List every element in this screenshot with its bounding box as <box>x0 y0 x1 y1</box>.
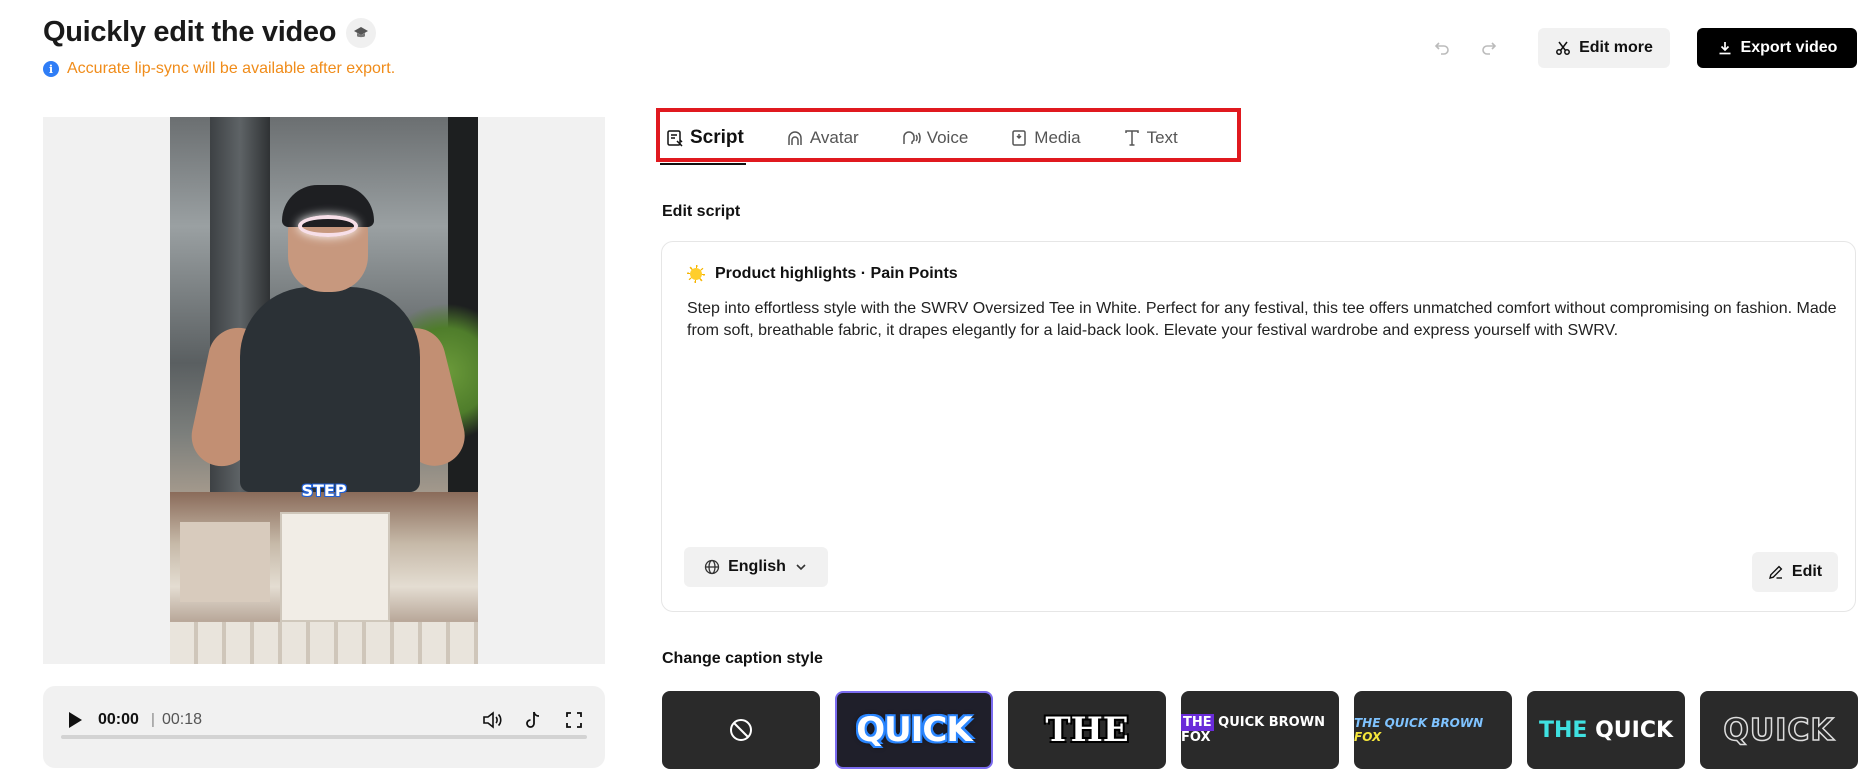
tiktok-icon[interactable] <box>521 708 545 732</box>
scissors-icon <box>1556 41 1571 55</box>
scene-rooftops <box>170 492 478 664</box>
download-icon <box>1719 42 1731 55</box>
style-preview: THE QUICK <box>1539 718 1673 743</box>
edit-more-button[interactable]: Edit more <box>1538 28 1670 68</box>
scene-railing <box>170 622 478 664</box>
caption-style-none[interactable] <box>662 691 820 769</box>
style-highlight-word: THE <box>1538 717 1588 743</box>
fullscreen-icon[interactable] <box>562 708 586 732</box>
page-title: Quickly edit the video <box>43 16 337 48</box>
tab-label: Voice <box>926 128 969 147</box>
scene-halo <box>298 215 358 237</box>
script-card-header: Product highlights · Pain Points <box>687 265 958 283</box>
style-preview-text: QUICK <box>856 710 972 750</box>
quick-edit-page: Quickly edit the video i Accurate lip-sy… <box>0 0 1875 772</box>
play-icon[interactable] <box>63 708 87 732</box>
style-highlight-word: FOX <box>1354 730 1382 744</box>
tab-media[interactable]: Media <box>1010 126 1081 150</box>
tutorial-cap-icon[interactable] <box>346 17 377 48</box>
script-card: Product highlights · Pain Points Step in… <box>661 241 1856 612</box>
video-caption-word: STEP <box>301 481 347 500</box>
tab-voice[interactable]: Voice <box>901 126 969 150</box>
no-caption-icon <box>730 719 752 741</box>
tab-label: Media <box>1034 128 1081 147</box>
chevron-down-icon <box>796 564 806 571</box>
tab-text[interactable]: Text <box>1123 126 1178 150</box>
tab-label: Avatar <box>809 128 859 147</box>
caption-style-fox-italic[interactable]: THE QUICK BROWN FOX <box>1354 691 1512 769</box>
caption-style-quick-outline[interactable]: QUICK <box>1700 691 1858 769</box>
media-icon <box>1012 130 1027 146</box>
style-preview-text: QUICK <box>1723 712 1835 749</box>
caption-style-label: Change caption style <box>662 650 823 667</box>
video-frame: STEP <box>170 117 478 664</box>
style-preview-text: THE <box>1045 710 1129 750</box>
title-row: Quickly edit the video <box>43 16 377 49</box>
export-label: Export video <box>1740 39 1838 56</box>
current-time: 00:00 <box>98 711 139 728</box>
caption-style-the-quick[interactable]: THE QUICK <box>1527 691 1685 769</box>
style-preview: THE QUICK BROWN FOX <box>1354 716 1512 744</box>
sun-icon <box>687 265 705 283</box>
script-icon <box>667 130 683 147</box>
caption-style-fox-purple[interactable]: THE QUICK BROWN FOX <box>1181 691 1339 769</box>
scene-building <box>280 512 390 622</box>
language-label: English <box>728 558 786 575</box>
caption-style-the[interactable]: THE <box>1008 691 1166 769</box>
style-highlight-word: THE <box>1181 714 1214 731</box>
redo-icon[interactable] <box>1477 36 1501 60</box>
scene-person-body <box>240 287 420 492</box>
language-dropdown[interactable]: English <box>684 547 828 587</box>
edit-script-button[interactable]: Edit <box>1752 552 1838 592</box>
notice-text: Accurate lip-sync will be available afte… <box>67 60 396 77</box>
undo-icon[interactable] <box>1430 36 1454 60</box>
playback-progress[interactable] <box>61 735 587 739</box>
style-preview-text: THE QUICK BROWN <box>1354 716 1484 730</box>
info-icon: i <box>43 61 59 77</box>
style-preview: THE QUICK BROWN FOX <box>1181 714 1339 745</box>
style-preview-text: QUICK <box>1595 717 1674 743</box>
edit-label: Edit <box>1791 563 1823 580</box>
export-video-button[interactable]: Export video <box>1697 28 1857 68</box>
text-icon <box>1124 130 1139 146</box>
total-time: 00:18 <box>162 711 203 728</box>
player-controls: 00:00 | 00:18 <box>43 686 605 768</box>
active-tab-underline <box>660 163 746 165</box>
video-preview[interactable]: STEP <box>43 117 605 664</box>
editor-tabs: Script Avatar Voice Media Text <box>666 126 1220 150</box>
caption-style-list: QUICK THE THE QUICK BROWN FOX THE QUICK … <box>662 691 1858 769</box>
tab-label: Text <box>1146 128 1178 147</box>
volume-icon[interactable] <box>480 708 504 732</box>
script-card-title: Product highlights · Pain Points <box>715 265 958 282</box>
script-text[interactable]: Step into effortless style with the SWRV… <box>687 298 1837 342</box>
scene-building-left <box>180 522 270 602</box>
pencil-icon <box>1768 565 1783 579</box>
voice-icon <box>902 131 921 144</box>
edit-script-label: Edit script <box>662 203 741 220</box>
time-separator: | <box>151 711 155 728</box>
avatar-icon <box>788 131 802 145</box>
tab-script[interactable]: Script <box>666 126 744 150</box>
tab-label: Script <box>690 127 744 148</box>
globe-icon <box>704 559 720 575</box>
tab-avatar[interactable]: Avatar <box>786 126 859 150</box>
edit-more-label: Edit more <box>1579 39 1653 56</box>
lip-sync-notice: i Accurate lip-sync will be available af… <box>43 60 395 78</box>
caption-style-quick-blue[interactable]: QUICK <box>835 691 993 769</box>
